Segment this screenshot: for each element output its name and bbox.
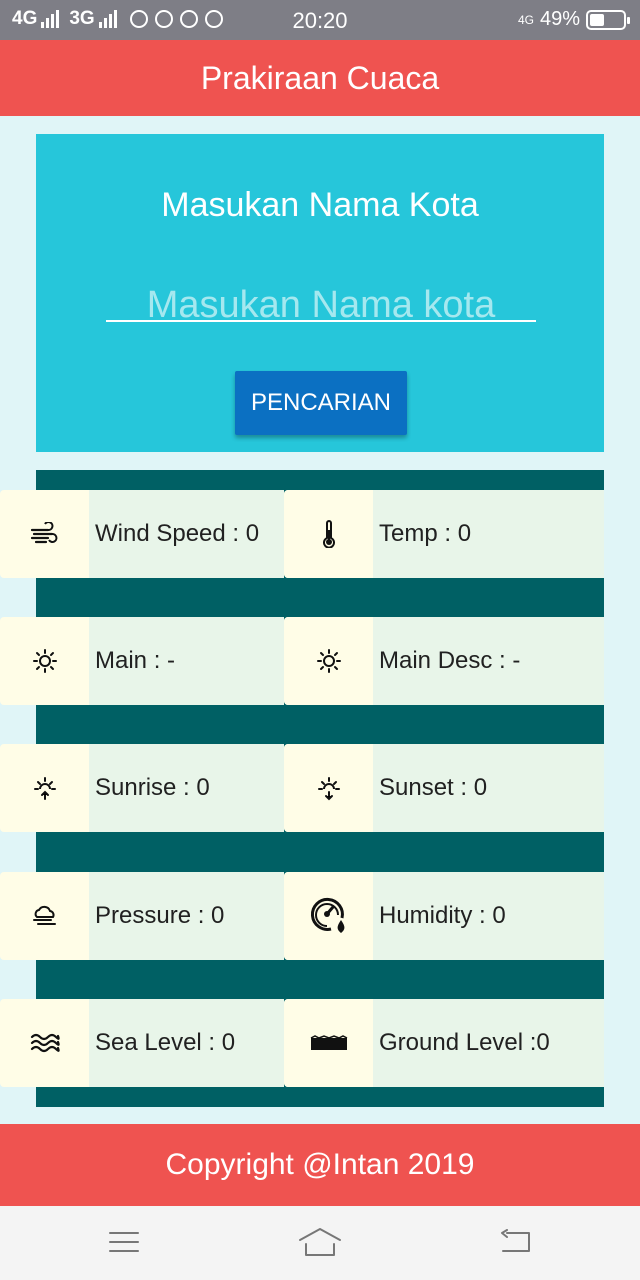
waves-icon <box>0 999 89 1087</box>
ground-level-label: Ground Level :0 <box>379 1029 550 1056</box>
weather-row-5: Sea Level : 0 Ground Level :0 <box>0 999 604 1087</box>
search-title: Masukan Nama Kota <box>161 186 479 224</box>
sunset-card: Sunset : 0 <box>284 744 604 832</box>
sunset-icon <box>284 744 373 832</box>
sunrise-card: Sunrise : 0 <box>0 744 284 832</box>
footer: Copyright @Intan 2019 <box>0 1124 640 1206</box>
cloud-wind-icon <box>0 872 89 960</box>
temp-card: Temp : 0 <box>284 490 604 578</box>
wind-speed-card: Wind Speed : 0 <box>0 490 284 578</box>
lte-label: 4G <box>517 12 534 27</box>
sea-level-label: Sea Level : 0 <box>95 1029 236 1056</box>
humidity-label: Humidity : 0 <box>379 902 506 929</box>
search-panel: Masukan Nama Kota PENCARIAN <box>36 134 604 452</box>
search-button[interactable]: PENCARIAN <box>235 371 407 435</box>
wind-icon <box>0 490 89 578</box>
temp-label: Temp : 0 <box>379 520 472 547</box>
ground-level-card: Ground Level :0 <box>284 999 604 1087</box>
pressure-label: Pressure : 0 <box>95 902 225 929</box>
pressure-card: Pressure : 0 <box>0 872 284 960</box>
copyright-text: Copyright @Intan 2019 <box>165 1148 475 1181</box>
weather-row-3: Sunrise : 0 Sunset : 0 <box>0 744 604 832</box>
sun-icon <box>284 617 373 705</box>
main-card: Main : - <box>0 617 284 705</box>
sunset-label: Sunset : 0 <box>379 774 488 801</box>
main-label: Main : - <box>95 647 176 674</box>
wind-speed-label: Wind Speed : 0 <box>95 520 260 547</box>
city-input[interactable] <box>106 280 536 330</box>
humidity-gauge-icon <box>284 872 373 960</box>
humidity-card: Humidity : 0 <box>284 872 604 960</box>
menu-icon[interactable] <box>104 1224 144 1260</box>
app-title: Prakiraan Cuaca <box>200 59 440 96</box>
city-input-underline <box>106 320 536 322</box>
sun-icon <box>0 617 89 705</box>
status-bar: 4G 3G 20:20 4G 49% <box>0 0 640 40</box>
main-desc-card: Main Desc : - <box>284 617 604 705</box>
app-bar: Prakiraan Cuaca <box>0 40 640 116</box>
home-icon[interactable] <box>296 1224 344 1260</box>
main-desc-label: Main Desc : - <box>379 647 521 674</box>
ground-icon <box>284 999 373 1087</box>
sunrise-icon <box>0 744 89 832</box>
status-right: 4G 49% <box>517 8 630 31</box>
thermometer-icon <box>284 490 373 578</box>
sea-level-card: Sea Level : 0 <box>0 999 284 1087</box>
back-icon[interactable] <box>496 1224 536 1260</box>
weather-row-2: Main : - Main Desc : - <box>0 617 604 705</box>
system-nav-bar <box>0 1206 640 1280</box>
sunrise-label: Sunrise : 0 <box>95 774 210 801</box>
weather-row-4: Pressure : 0 Humidity : 0 <box>0 872 604 960</box>
weather-row-1: Wind Speed : 0 Temp : 0 <box>0 490 604 578</box>
battery-percent: 49% <box>539 8 580 30</box>
battery-icon <box>586 9 630 30</box>
